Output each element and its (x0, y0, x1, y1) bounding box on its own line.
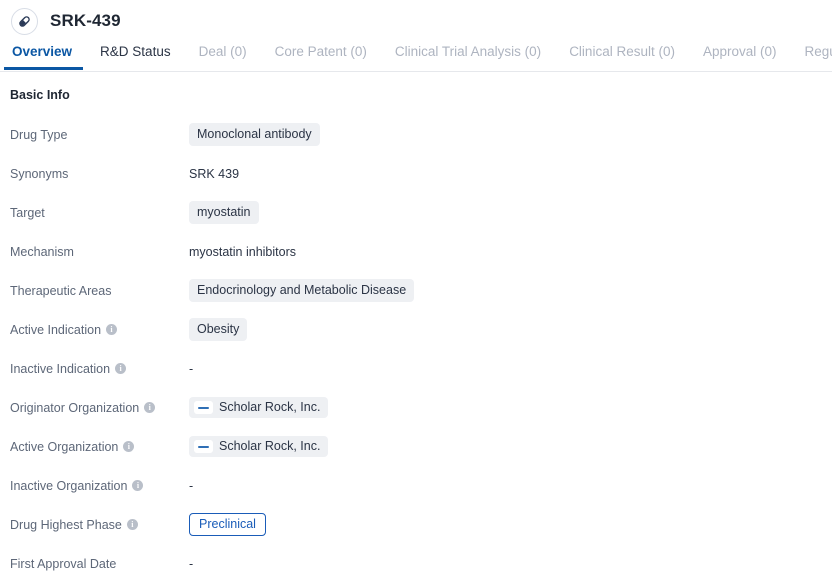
tab-overview[interactable]: Overview (2, 42, 86, 70)
row-value: myostatin inhibitors (189, 245, 296, 259)
row-label-text: Active Indication (10, 322, 102, 337)
row-label-text: Synonyms (10, 166, 69, 181)
row-label-text: Target (10, 205, 45, 220)
info-row-target: Target myostatin (10, 193, 832, 232)
drug-highest-phase-badge[interactable]: Preclinical (189, 513, 266, 536)
synonyms-value: SRK 439 (189, 166, 240, 181)
active-organization-chip[interactable]: Scholar Rock, Inc. (189, 436, 329, 457)
row-label-text: Inactive Indication (10, 361, 111, 376)
row-label: Inactive Organization i (10, 479, 189, 493)
info-row-mechanism: Mechanism myostatin inhibitors (10, 232, 832, 271)
row-value: - (189, 557, 193, 571)
originator-organization-chip[interactable]: Scholar Rock, Inc. (189, 397, 329, 418)
row-label: Drug Highest Phase i (10, 518, 189, 532)
info-row-synonyms: Synonyms SRK 439 (10, 154, 832, 193)
drug-type-chip[interactable]: Monoclonal antibody (189, 123, 320, 146)
row-label-text: Drug Highest Phase (10, 517, 122, 532)
section-title-basic-info: Basic Info (10, 88, 70, 102)
organization-logo-icon (194, 401, 213, 414)
row-label: Inactive Indication i (10, 362, 189, 376)
row-label: Mechanism (10, 245, 189, 259)
row-label: Target (10, 206, 189, 220)
row-label: Drug Type (10, 128, 189, 142)
mechanism-value: myostatin inhibitors (189, 244, 296, 259)
row-value: Scholar Rock, Inc. (189, 436, 329, 457)
page-header: SRK-439 (0, 0, 832, 42)
row-value: Preclinical (189, 513, 266, 536)
info-icon[interactable]: i (106, 324, 118, 335)
info-row-active-organization: Active Organization i Scholar Rock, Inc. (10, 427, 832, 466)
organization-name: Scholar Rock, Inc. (219, 439, 321, 453)
tab-bar: Overview R&D Status Deal (0) Core Patent… (0, 42, 832, 72)
row-value: SRK 439 (189, 167, 239, 181)
tab-clinical-trial-analysis[interactable]: Clinical Trial Analysis (0) (381, 42, 555, 70)
organization-name: Scholar Rock, Inc. (219, 400, 321, 414)
row-label-text: Active Organization (10, 439, 119, 454)
row-label: Active Organization i (10, 440, 189, 454)
row-label-text: Therapeutic Areas (10, 283, 112, 298)
inactive-organization-value: - (189, 478, 194, 493)
info-row-active-indication: Active Indication i Obesity (10, 310, 832, 349)
row-label-text: Originator Organization (10, 400, 140, 415)
info-row-therapeutic-areas: Therapeutic Areas Endocrinology and Meta… (10, 271, 832, 310)
info-icon[interactable]: i (132, 480, 144, 491)
tab-clinical-result[interactable]: Clinical Result (0) (555, 42, 689, 70)
info-icon[interactable]: i (144, 402, 156, 413)
info-row-first-approval-date: First Approval Date - (10, 544, 832, 583)
row-label: Therapeutic Areas (10, 284, 189, 298)
info-icon[interactable]: i (123, 441, 135, 452)
info-row-drug-highest-phase: Drug Highest Phase i Preclinical (10, 505, 832, 544)
row-label-text: First Approval Date (10, 556, 117, 571)
active-indication-chip[interactable]: Obesity (189, 318, 248, 341)
overview-panel: Basic Info Drug Type Monoclonal antibody… (0, 72, 832, 583)
info-row-inactive-indication: Inactive Indication i - (10, 349, 832, 388)
row-label: First Approval Date (10, 557, 189, 571)
info-row-drug-type: Drug Type Monoclonal antibody (10, 115, 832, 154)
row-value: Obesity (189, 318, 248, 341)
page-title: SRK-439 (50, 11, 121, 30)
row-value: myostatin (189, 201, 259, 224)
row-value: - (189, 479, 193, 493)
info-icon[interactable]: i (126, 519, 138, 530)
tab-approval[interactable]: Approval (0) (689, 42, 791, 70)
row-label-text: Inactive Organization (10, 478, 128, 493)
row-label-text: Mechanism (10, 244, 74, 259)
first-approval-date-value: - (189, 556, 194, 571)
row-label: Active Indication i (10, 323, 189, 337)
tab-core-patent[interactable]: Core Patent (0) (261, 42, 381, 70)
row-value: - (189, 362, 193, 376)
row-label: Originator Organization i (10, 401, 189, 415)
row-value: Endocrinology and Metabolic Disease (189, 279, 415, 302)
therapeutic-area-chip[interactable]: Endocrinology and Metabolic Disease (189, 279, 415, 302)
target-chip[interactable]: myostatin (189, 201, 259, 224)
inactive-indication-value: - (189, 361, 194, 376)
tab-rd-status[interactable]: R&D Status (86, 42, 185, 70)
tab-regulation[interactable]: Regulation (0) (791, 42, 832, 70)
row-label-text: Drug Type (10, 127, 68, 142)
tab-deal[interactable]: Deal (0) (185, 42, 261, 70)
row-value: Monoclonal antibody (189, 123, 320, 146)
organization-logo-icon (194, 440, 213, 453)
info-row-originator-organization: Originator Organization i Scholar Rock, … (10, 388, 832, 427)
row-value: Scholar Rock, Inc. (189, 397, 329, 418)
row-label: Synonyms (10, 167, 189, 181)
pill-capsule-icon (11, 7, 38, 35)
info-icon[interactable]: i (115, 363, 127, 374)
info-row-inactive-organization: Inactive Organization i - (10, 466, 832, 505)
